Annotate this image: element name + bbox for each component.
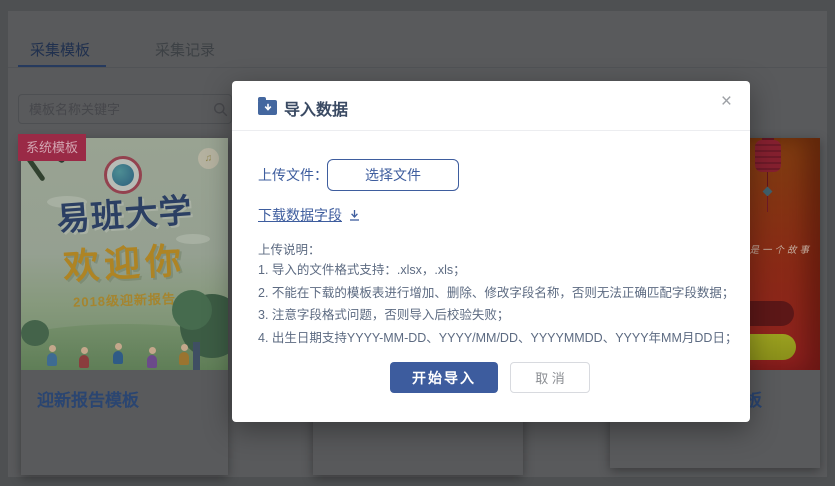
template-card-welcome-report[interactable]: ♫ 易班大学 欢迎你 2018级迎新报告 迎新报告模板 (21, 138, 228, 475)
upload-notes-title: 上传说明： (258, 239, 321, 258)
lantern-icon (755, 140, 781, 172)
close-icon[interactable]: × (721, 92, 732, 111)
music-note-icon: ♫ (198, 148, 219, 169)
upload-note-line: 1. 导入的文件格式支持：.xlsx，.xls； (258, 259, 737, 282)
upload-file-label: 上传文件： (258, 159, 328, 191)
import-folder-icon (258, 100, 277, 115)
person-figure (79, 347, 89, 368)
app-window: 采集模板 采集记录 ♫ 易班大学 欢迎你 2018级迎新报告 (0, 0, 835, 486)
cancel-button[interactable]: 取 消 (510, 362, 590, 393)
start-import-button[interactable]: 开始导入 (390, 362, 498, 393)
download-icon (348, 209, 361, 222)
choose-file-button[interactable]: 选择文件 (327, 159, 459, 191)
tabs-divider (8, 67, 827, 68)
person-figure (113, 343, 123, 364)
person-figure (179, 344, 189, 365)
lantern-tassel (767, 196, 768, 212)
card-title: 迎新报告模板 (37, 386, 139, 411)
upload-note-line: 2. 不能在下载的模板表进行增加、删除、修改字段名称，否则无法正确匹配字段数据； (258, 282, 737, 305)
logo-core (112, 164, 134, 186)
download-fields-row[interactable]: 下载数据字段 (258, 205, 361, 225)
system-template-badge: 系统模板 (18, 134, 86, 161)
tree-decoration (172, 290, 212, 330)
download-fields-link[interactable]: 下载数据字段 (258, 205, 342, 225)
import-data-dialog: 导入数据 × 上传文件： 选择文件 下载数据字段 上传说明： 1. 导入的文件格… (232, 81, 750, 422)
tab-collect-template[interactable]: 采集模板 (30, 39, 90, 60)
card-cover-image: ♫ 易班大学 欢迎你 2018级迎新报告 (21, 138, 228, 370)
upload-notes-list: 1. 导入的文件格式支持：.xlsx，.xls； 2. 不能在下载的模板表进行增… (258, 259, 737, 349)
dialog-header: 导入数据 × (232, 81, 750, 131)
template-search-box[interactable] (18, 94, 232, 124)
lantern-tassel (763, 187, 773, 197)
upload-note-line: 3. 注意字段格式问题，否则导入后校验失败； (258, 304, 737, 327)
cover-subheadline: 欢迎你 (21, 230, 228, 293)
tree-trunk-decoration (193, 342, 200, 370)
person-figure (147, 347, 157, 368)
person-figure (47, 345, 57, 366)
bush-decoration (21, 320, 49, 346)
dialog-title: 导入数据 (284, 96, 348, 120)
search-input[interactable] (19, 102, 213, 117)
tab-collect-record[interactable]: 采集记录 (155, 39, 215, 60)
upload-note-line: 4. 出生日期支持YYYY-MM-DD、YYYY/MM/DD、YYYYMMDD、… (258, 327, 737, 350)
search-icon (213, 102, 228, 117)
